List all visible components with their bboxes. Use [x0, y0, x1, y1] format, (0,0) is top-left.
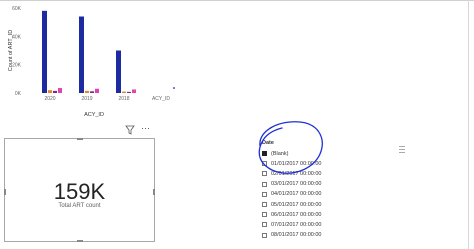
slicer-item-label: 04/01/2017 00:00:00	[271, 191, 322, 198]
slicer-item[interactable]: 08/01/2017 00:00:00	[262, 232, 321, 239]
x-tick-label: 2018	[118, 96, 129, 102]
slicer-checkbox[interactable]	[262, 222, 267, 228]
slicer-item[interactable]: 03/01/2017 00:00:00	[262, 181, 321, 188]
bar-chart[interactable]: 0K 20K 40K 60K Count of ART_ID 2020 2019 2018 AC…	[0, 0, 185, 125]
bar	[42, 10, 47, 93]
bar	[122, 91, 126, 93]
canvas-right-border	[468, 0, 469, 249]
slicer-item-label: 06/01/2017 00:00:00	[271, 211, 322, 218]
more-options-button[interactable]: ···	[141, 123, 150, 133]
x-axis-title: ACY_ID	[84, 112, 104, 118]
kpi-label: Total ART count	[58, 203, 101, 209]
bar	[85, 90, 89, 93]
legend-dot	[173, 87, 175, 89]
slicer-item[interactable]: 04/01/2017 00:00:00	[262, 191, 321, 198]
annotation-circle	[258, 121, 323, 174]
slicer-item[interactable]: 06/01/2017 00:00:00	[262, 211, 321, 218]
slicer-scroll-handle[interactable]	[399, 146, 405, 156]
resize-handle-top[interactable]	[77, 138, 83, 140]
bar	[132, 89, 136, 93]
slicer-item-label: 05/01/2017 00:00:00	[271, 201, 322, 208]
bar	[79, 16, 84, 93]
slicer-checkbox[interactable]	[262, 181, 267, 187]
bar	[116, 50, 121, 93]
kpi-value: 159K	[53, 179, 106, 204]
y-tick-label: 60K	[12, 6, 22, 12]
x-tick-label: 2019	[81, 96, 92, 102]
slicer-item[interactable]: 05/01/2017 00:00:00	[262, 201, 321, 208]
slicer-checkbox[interactable]	[262, 191, 267, 197]
bar	[127, 91, 131, 93]
x-tick-label: ACY_ID	[152, 96, 170, 102]
bar	[90, 91, 94, 93]
y-tick-label: 0K	[15, 91, 22, 97]
bar-chart-svg: 0K20K40K60KCount of ART_ID2020 2019 2018 AC…	[8, 6, 175, 118]
bar	[95, 88, 99, 93]
filter-icon[interactable]	[125, 125, 135, 135]
x-tick-label: 2020	[44, 96, 55, 102]
bar	[48, 90, 52, 93]
visual-header-toolbar: ···	[125, 123, 155, 136]
slicer-item-label: 08/01/2017 00:00:00	[271, 232, 322, 239]
bar	[53, 90, 57, 93]
bar	[58, 88, 62, 93]
annotation-stroke	[258, 121, 323, 174]
y-axis-title: Count of ART_ID	[8, 30, 14, 72]
resize-handle-bottom[interactable]	[77, 240, 83, 242]
kpi-card[interactable]: 159K Total ART count	[4, 138, 155, 242]
slicer-checkbox[interactable]	[262, 202, 267, 207]
slicer-checkbox[interactable]	[262, 212, 267, 218]
slicer-checkbox[interactable]	[262, 232, 267, 238]
slicer-item[interactable]: 07/01/2017 00:00:00	[262, 221, 321, 228]
slicer-item-label: 07/01/2017 00:00:00	[271, 221, 322, 228]
slicer-item-label: 03/01/2017 00:00:00	[271, 181, 322, 188]
